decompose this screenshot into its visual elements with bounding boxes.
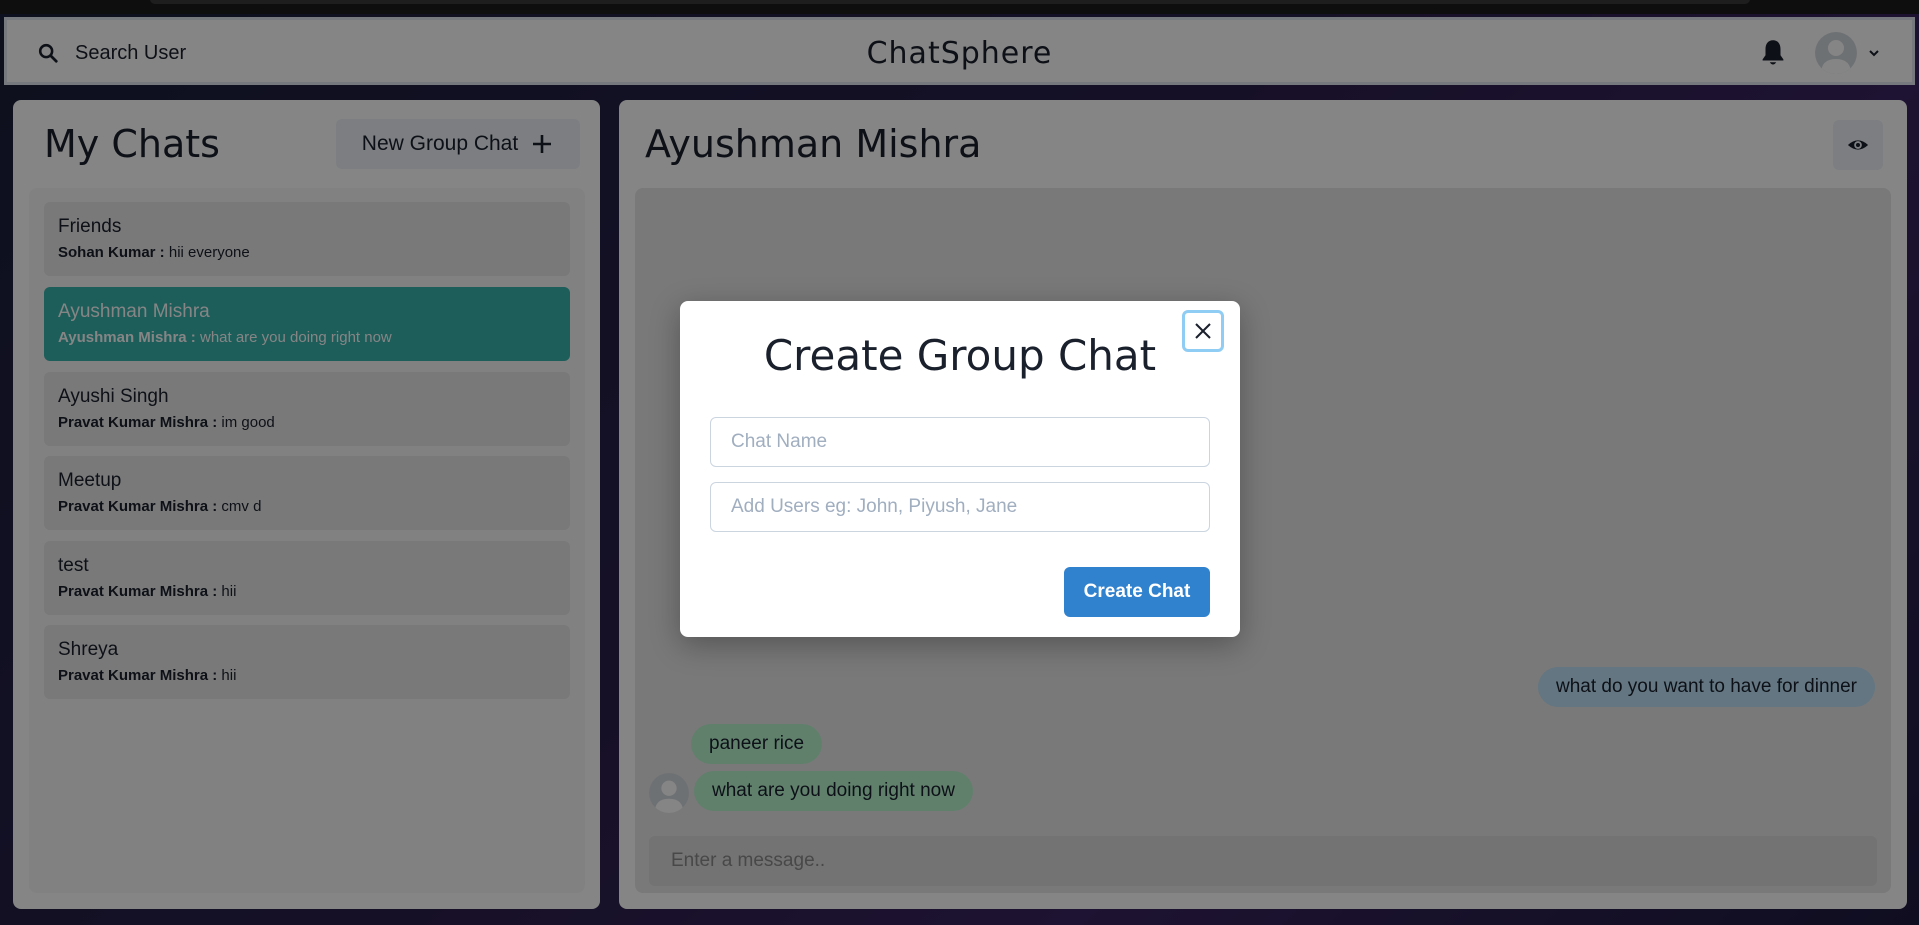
add-users-input[interactable] <box>710 482 1210 532</box>
close-modal-button[interactable] <box>1182 310 1224 352</box>
create-group-chat-modal: Create Group Chat Create Chat <box>680 301 1240 637</box>
chat-name-input[interactable] <box>710 417 1210 467</box>
close-icon <box>1195 323 1211 339</box>
modal-title: Create Group Chat <box>763 331 1157 380</box>
create-chat-button[interactable]: Create Chat <box>1064 567 1210 617</box>
